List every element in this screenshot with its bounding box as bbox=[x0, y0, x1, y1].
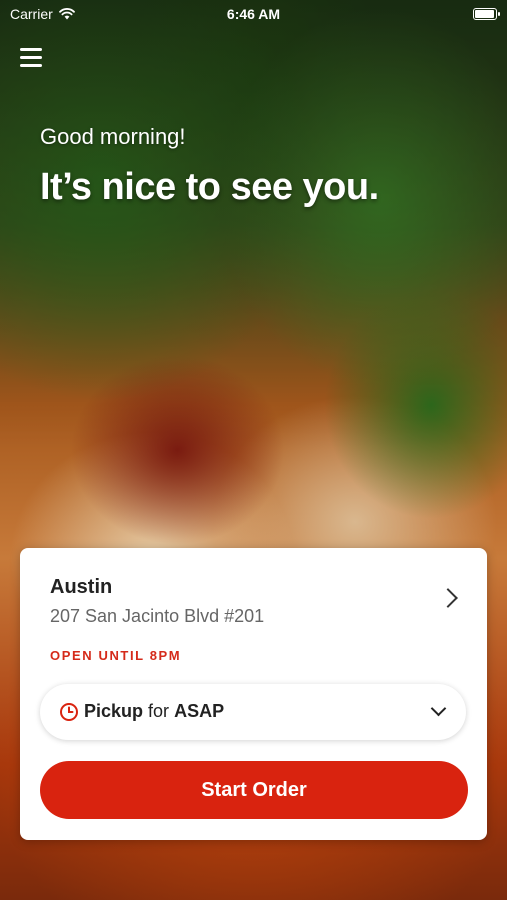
chevron-down-icon bbox=[430, 700, 447, 717]
status-time: 6:46 AM bbox=[226, 6, 281, 22]
location-name: Austin bbox=[50, 576, 113, 598]
hamburger-menu-icon[interactable] bbox=[20, 48, 42, 68]
order-mode-value: Pickup bbox=[84, 701, 144, 721]
location-address: 207 San Jacinto Blvd #201 bbox=[50, 606, 265, 626]
status-bar: Carrier 6:46 AM bbox=[0, 0, 507, 28]
open-hours-label: OPEN UNTIL 8PM bbox=[50, 648, 182, 663]
location-selector[interactable]: Austin 207 San Jacinto Blvd #201 bbox=[20, 548, 487, 636]
greeting-text: Good morning! bbox=[40, 124, 186, 149]
battery-level bbox=[475, 10, 494, 18]
battery-icon bbox=[473, 8, 500, 20]
clock-icon bbox=[60, 703, 78, 721]
order-mode-dropdown[interactable]: Pickup for ASAP bbox=[40, 684, 466, 740]
welcome-headline: It’s nice to see you. bbox=[40, 166, 379, 208]
order-time-value: ASAP bbox=[174, 701, 225, 721]
order-mode-connector: for bbox=[148, 701, 170, 721]
start-order-button[interactable]: Start Order bbox=[40, 761, 468, 819]
order-mode-label: Pickup for ASAP bbox=[84, 701, 224, 722]
location-card: Austin 207 San Jacinto Blvd #201 OPEN UN… bbox=[20, 548, 487, 840]
chevron-right-icon bbox=[438, 588, 458, 608]
